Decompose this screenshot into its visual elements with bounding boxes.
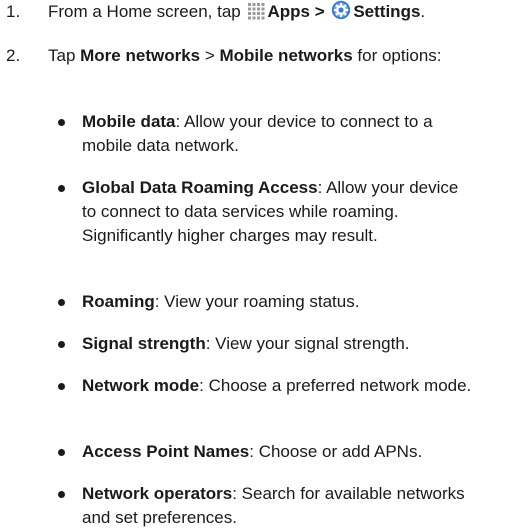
option-text: Network mode: Choose a preferred network… [82,374,477,398]
apps-grid-icon [247,2,265,27]
option-desc: : View your roaming status. [154,292,360,311]
option-term: Roaming [82,292,155,311]
bullet-icon [58,449,65,456]
option-text: Roaming: View your roaming status. [82,290,477,314]
step-1-prefix: From a Home screen, tap [48,2,246,21]
settings-gear-icon [331,0,351,27]
bullet-icon [58,299,65,306]
option-text: Access Point Names: Choose or add APNs. [82,440,477,464]
step-text: From a Home screen, tap Apps > Settings. [48,0,503,27]
step-1-suffix: . [420,2,426,21]
step-2-suffix: for options: [352,46,442,65]
apps-label: Apps [267,2,310,21]
option-desc: : Choose or add APNs. [249,442,423,461]
instructions-document: 1. From a Home screen, tap Apps > Settin… [0,0,509,527]
step-number: 1. [6,2,21,21]
option-term: Network mode [82,376,200,395]
bullet-icon [58,119,65,126]
option-term: Access Point Names [82,442,250,461]
option-desc: : View your signal strength. [205,334,410,353]
option-term: Signal strength [82,334,206,353]
step-2-prefix: Tap [48,46,81,65]
step-text: Tap More networks > Mobile networks for … [48,44,503,68]
option-text: Signal strength: View your signal streng… [82,332,477,356]
option-desc: : Choose a preferred network mode. [199,376,472,395]
option-text: Mobile data: Allow your device to connec… [82,110,477,158]
option-term: Mobile data [82,112,176,131]
bullet-icon [58,185,65,192]
more-networks-label: More networks [80,46,201,65]
bullet-icon [58,491,65,498]
option-term: Global Data Roaming Access [82,178,318,197]
bullet-icon [58,383,65,390]
step-2-separator: > [200,46,220,65]
step-number: 2. [6,46,21,65]
step-1-separator: > [309,2,330,21]
option-text: Network operators: Search for available … [82,482,477,530]
bullet-icon [58,341,65,348]
option-text: Global Data Roaming Access: Allow your d… [82,176,477,248]
mobile-networks-label: Mobile networks [219,46,353,65]
settings-label: Settings [353,2,421,21]
option-term: Network operators [82,484,233,503]
